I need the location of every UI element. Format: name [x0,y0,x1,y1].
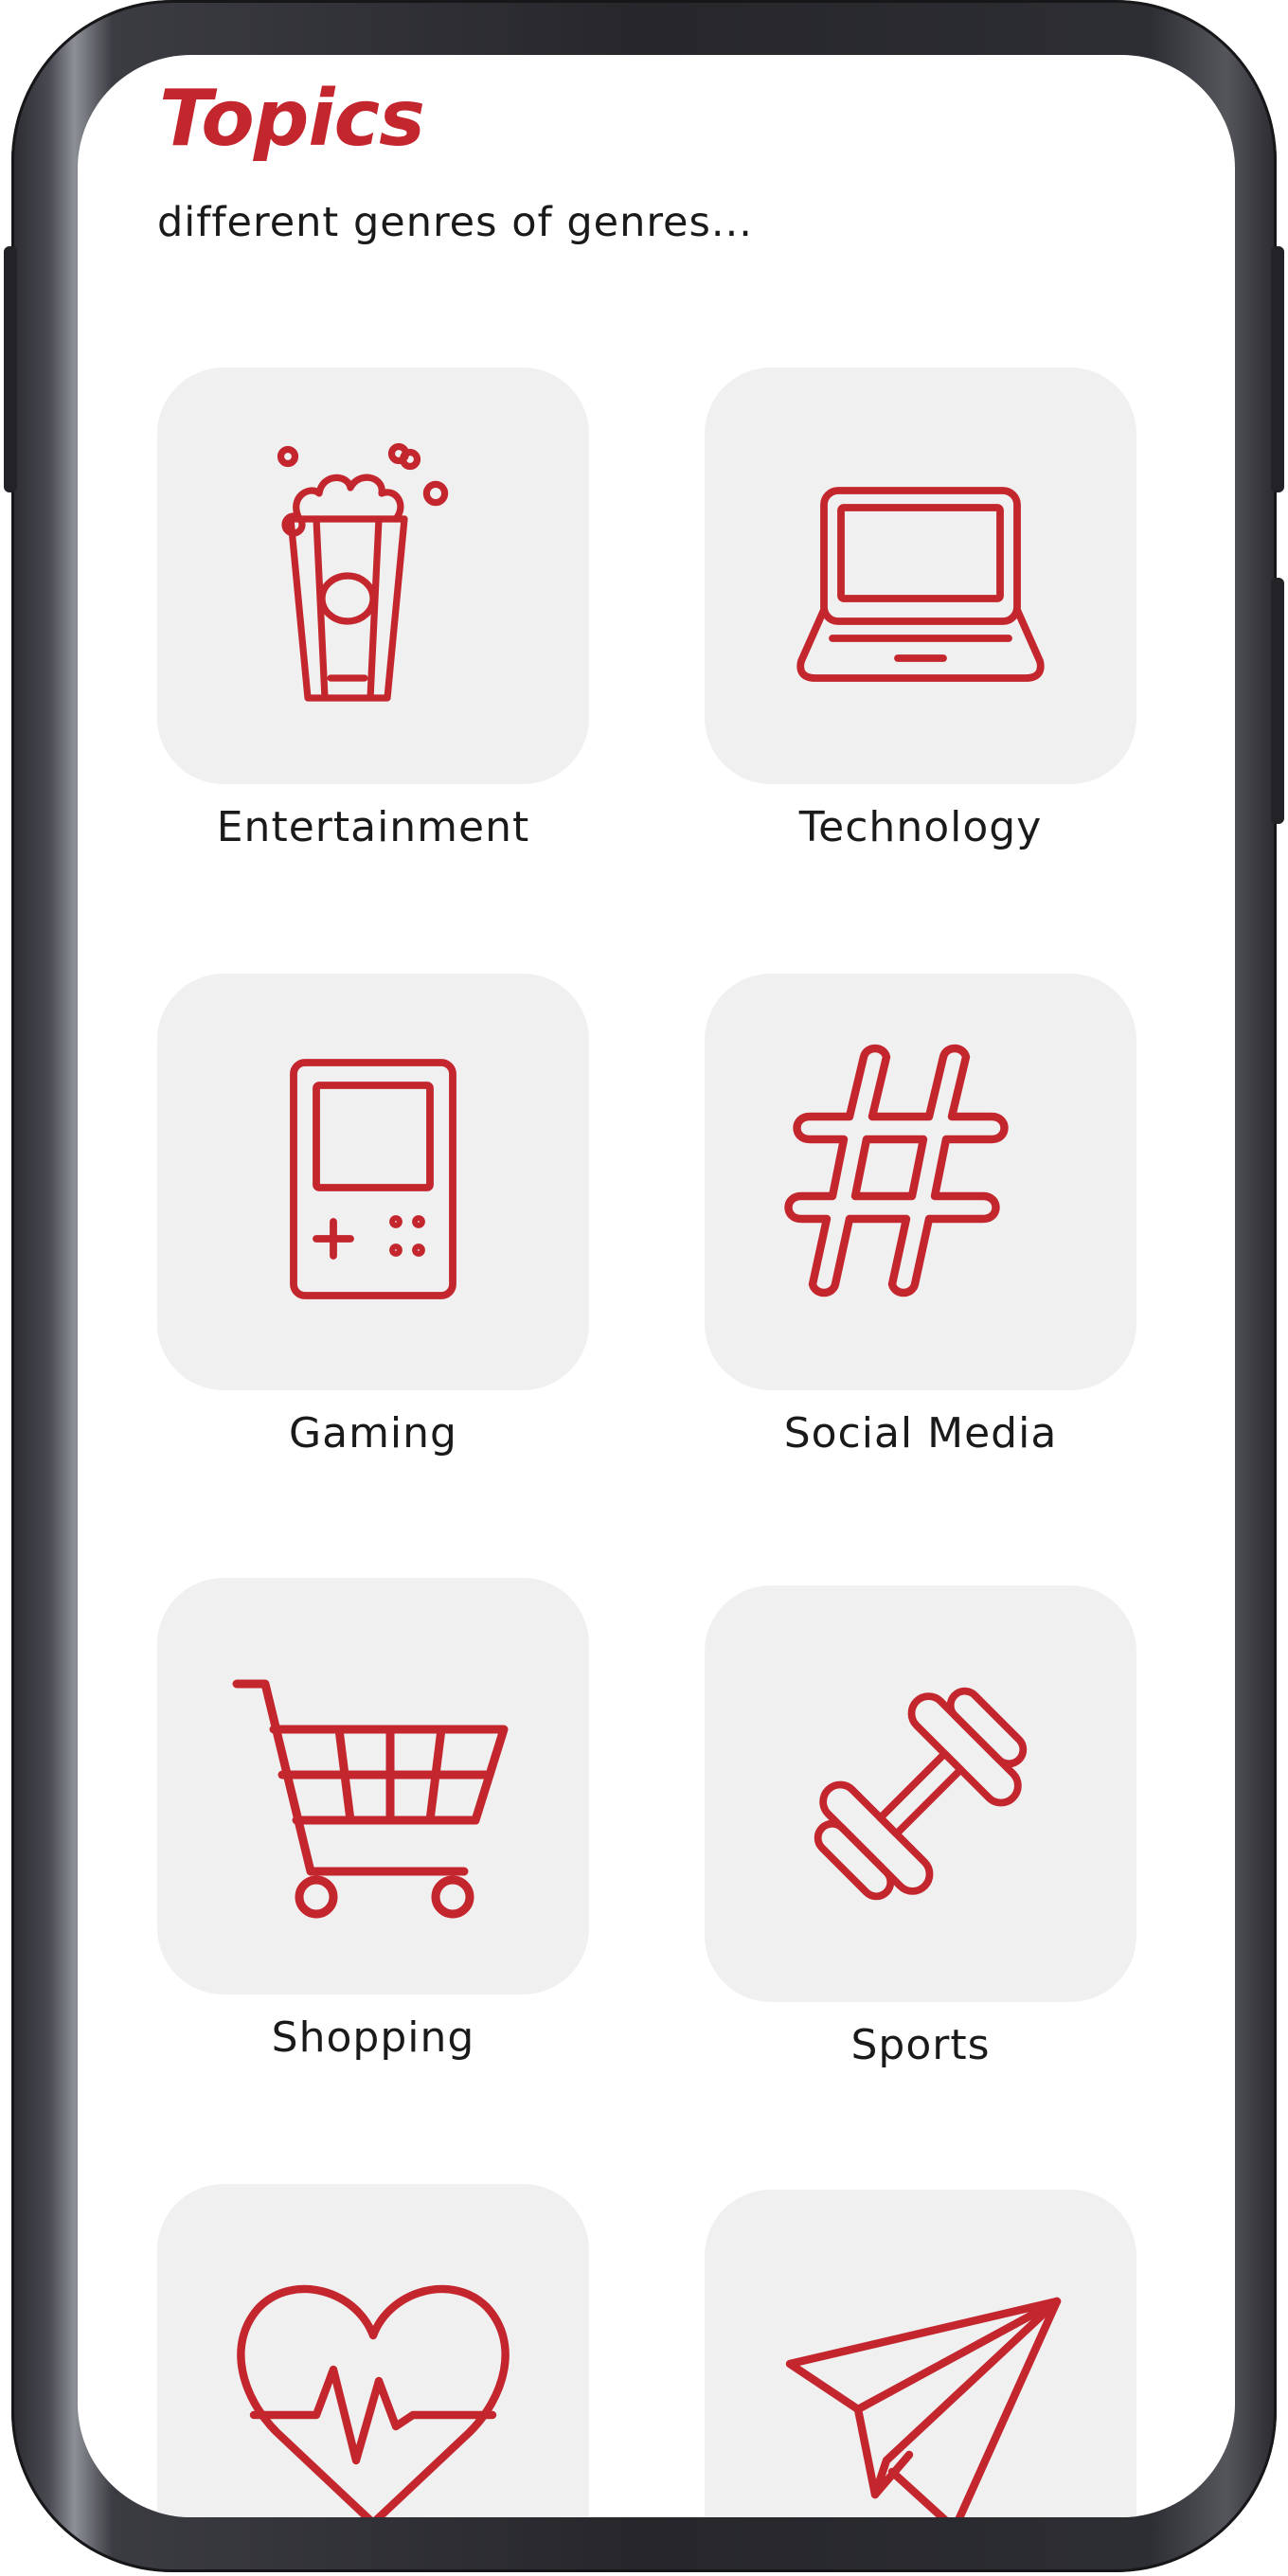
topic-label-shopping: Shopping [271,2013,475,2062]
topic-tile-social-media[interactable] [705,974,1136,1390]
side-button-right-lower [1271,578,1284,824]
page-title: Topics [159,74,425,164]
page-subtitle: different genres of genres... [157,199,753,246]
topic-label-gaming: Gaming [289,1409,457,1458]
topic-label-technology: Technology [798,803,1043,851]
topic-tile-entertainment[interactable] [157,367,589,784]
topic-tile-travel[interactable] [705,2190,1136,2517]
topic-label-sports: Sports [850,2021,991,2069]
shopping-cart-icon [232,1679,509,1919]
heart-pulse-icon [237,2284,510,2517]
paper-plane-icon [785,2297,1062,2517]
dumbbell-icon [814,1687,1028,1901]
topic-tile-gaming[interactable] [157,974,589,1390]
hashtag-icon [784,1044,1009,1297]
topic-tile-technology[interactable] [705,367,1136,784]
popcorn-icon [277,442,449,702]
topic-tile-sports[interactable] [705,1585,1136,2002]
handheld-console-icon [290,1059,456,1299]
side-button-left [4,246,17,492]
topic-label-social-media: Social Media [783,1409,1058,1458]
laptop-icon [796,487,1045,682]
topic-label-entertainment: Entertainment [216,803,530,851]
phone-frame: Topics different genres of genres... Ent… [4,0,1284,2572]
topic-tile-health[interactable] [157,2184,589,2517]
app-screen: Topics different genres of genres... Ent… [78,55,1235,2517]
topic-tile-shopping[interactable] [157,1578,589,1995]
side-button-right-upper [1271,246,1284,492]
